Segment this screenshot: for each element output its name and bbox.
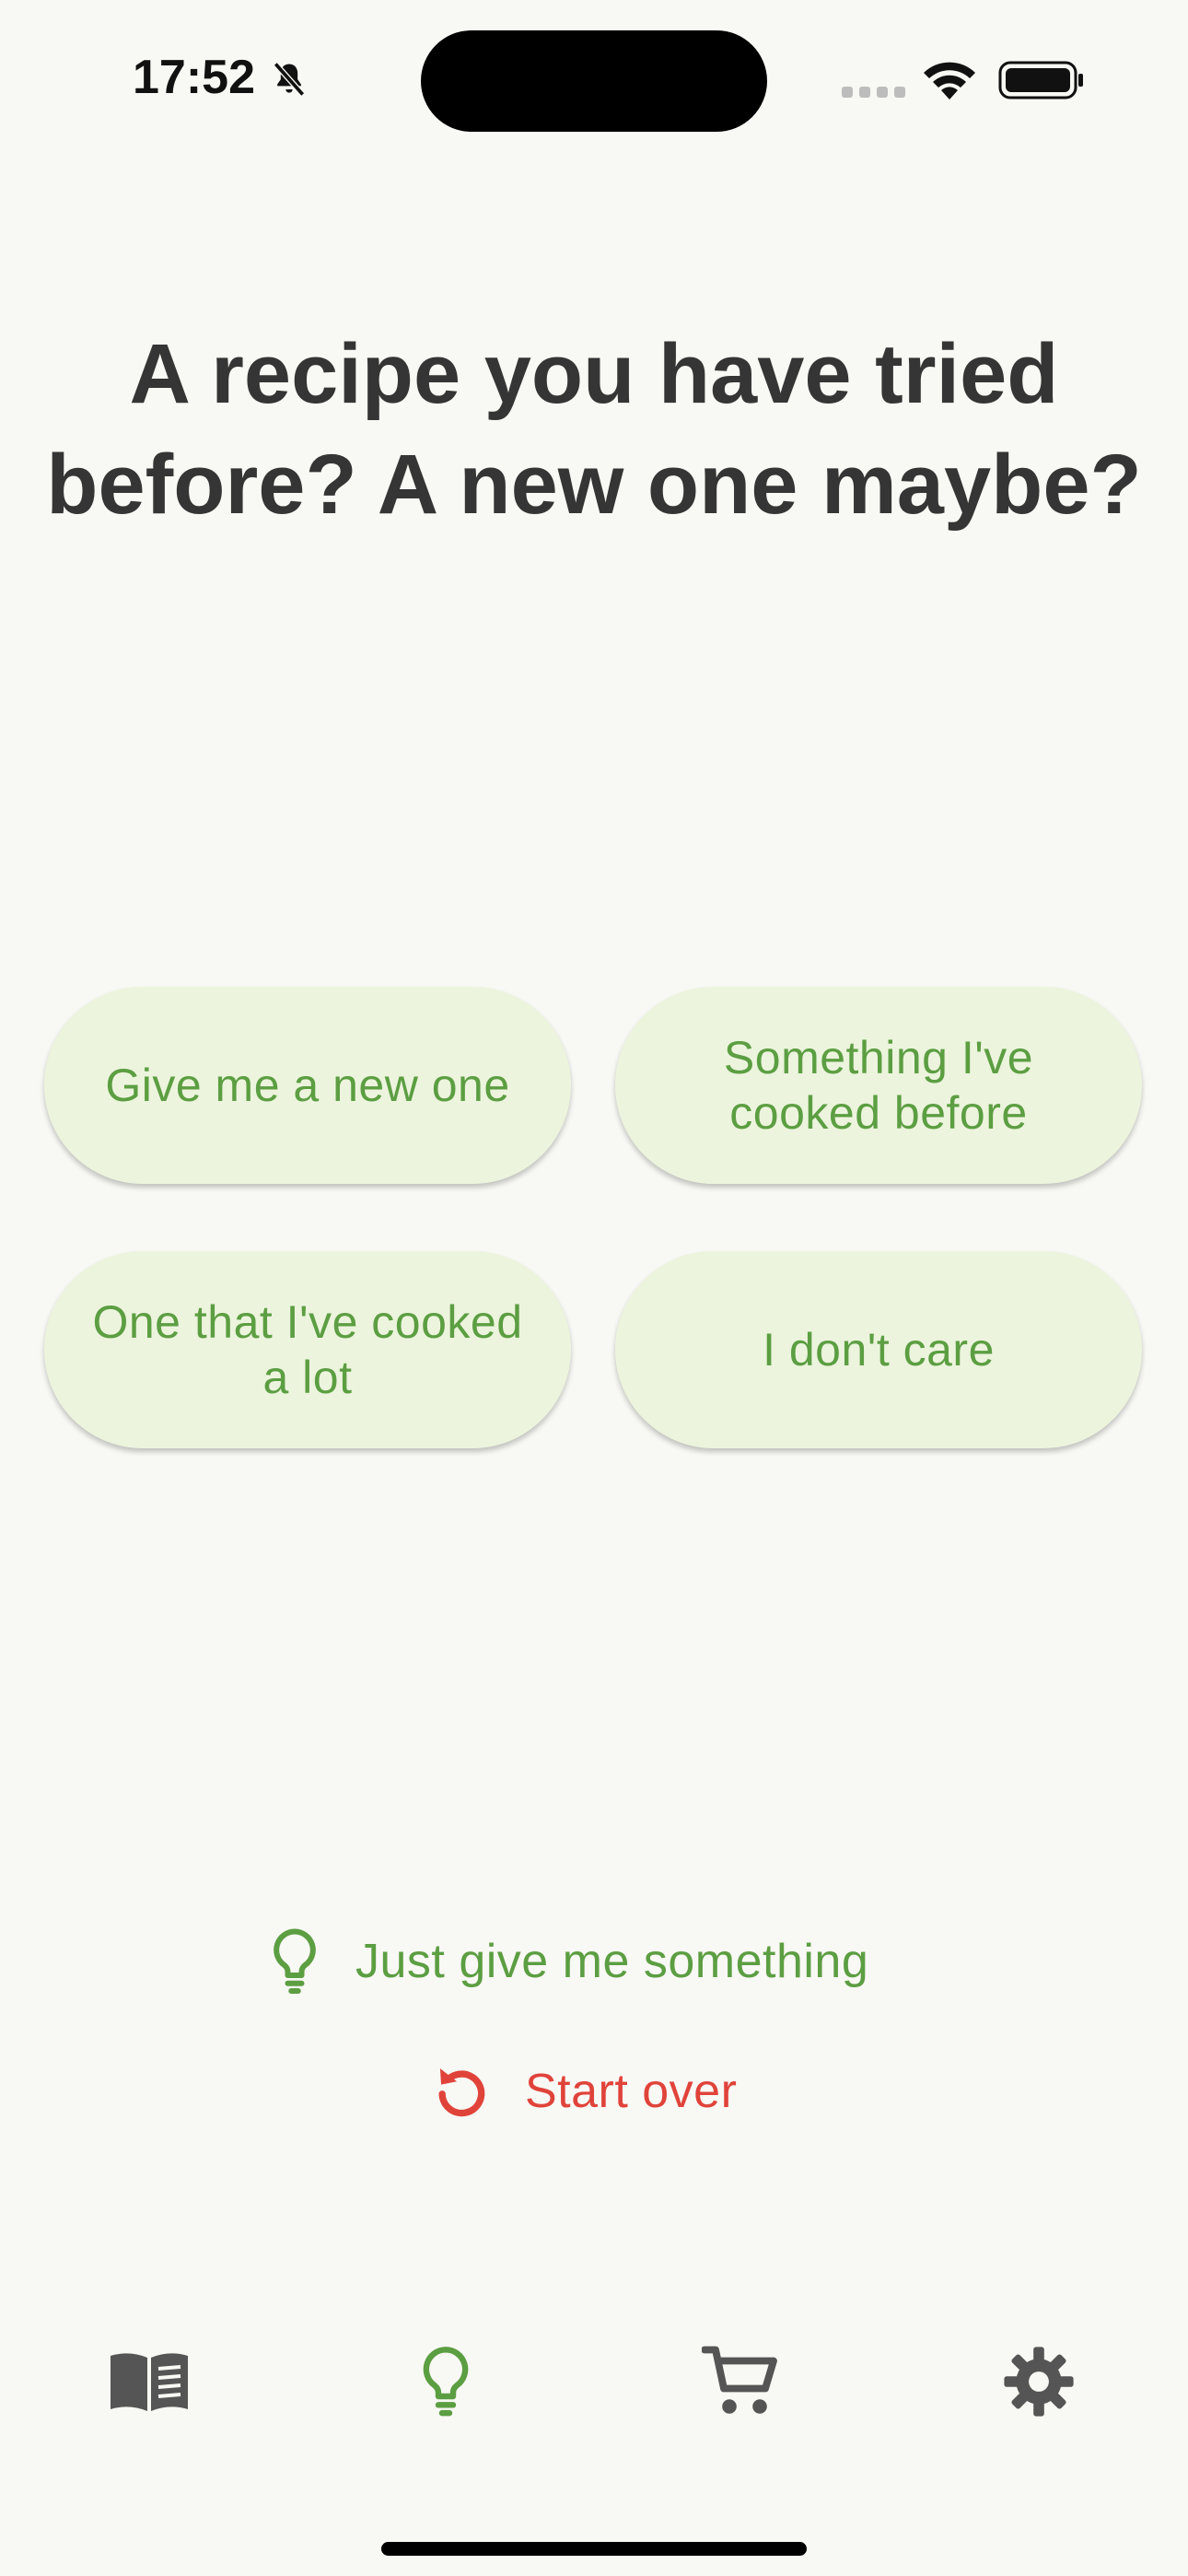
signal-icon <box>842 87 905 98</box>
restart-icon <box>438 2068 485 2117</box>
wifi-icon <box>924 62 975 100</box>
lightbulb-icon <box>274 1928 316 1994</box>
cart-icon <box>702 2346 777 2414</box>
nav-settings-tab[interactable] <box>974 2322 1103 2441</box>
gear-icon <box>1004 2347 1074 2417</box>
question-title: A recipe you have tried before? A new on… <box>46 327 1142 532</box>
home-indicator <box>381 2542 807 2556</box>
dynamic-island <box>421 30 767 132</box>
just-give-me-something-button[interactable]: Just give me something <box>267 1926 868 1996</box>
battery-icon <box>998 61 1083 100</box>
option-cooked-a-lot-button[interactable]: One that I've cooked a lot <box>44 1251 571 1448</box>
bell-slash-icon <box>273 62 306 97</box>
option-dont-care-button[interactable]: I don't care <box>615 1251 1142 1448</box>
nav-cart-tab[interactable] <box>676 2322 805 2441</box>
book-icon <box>111 2353 188 2411</box>
start-over-label: Start over <box>525 2065 738 2118</box>
nav-recipes-tab[interactable] <box>85 2322 214 2441</box>
nav-suggest-tab[interactable] <box>381 2322 510 2441</box>
bottom-nav <box>0 2322 1188 2451</box>
start-over-button[interactable]: Start over <box>429 2060 737 2123</box>
lightbulb-icon <box>423 2347 469 2417</box>
option-cooked-before-button[interactable]: Something I've cooked before <box>615 987 1142 1184</box>
status-bar: 17:52 <box>0 0 1188 157</box>
option-new-recipe-button[interactable]: Give me a new one <box>44 987 571 1184</box>
status-time: 17:52 <box>133 51 255 104</box>
just-give-me-something-label: Just give me something <box>355 1935 869 1988</box>
